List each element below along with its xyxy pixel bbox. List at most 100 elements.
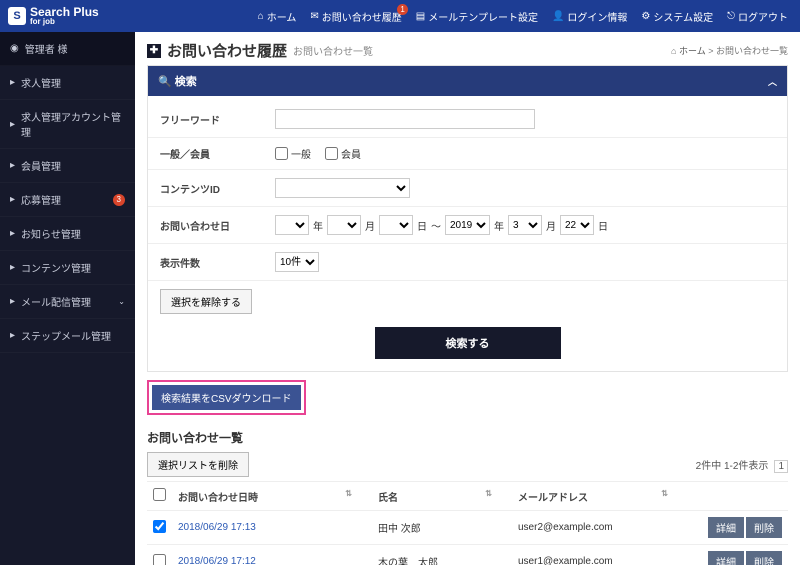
row-checkbox[interactable] <box>153 554 166 565</box>
topnav-logout[interactable]: ⎋ログアウト <box>723 5 792 28</box>
topnav-label: ホーム <box>267 9 297 24</box>
page-number[interactable]: 1 <box>774 460 788 473</box>
sidebar-item-label: 応募管理 <box>21 192 61 207</box>
csv-download-button[interactable]: 検索結果をCSVダウンロード <box>152 385 301 410</box>
sidebar-item-label: お知らせ管理 <box>21 226 81 241</box>
topnav-gear[interactable]: ⚙システム設定 <box>637 5 717 28</box>
date-from-year[interactable] <box>275 215 309 235</box>
sidebar-item[interactable]: ▸ 求人管理アカウント管理 <box>0 100 135 149</box>
sidebar-item-label: 求人管理アカウント管理 <box>21 109 125 139</box>
sidebar-item[interactable]: ▸会員管理 <box>0 149 135 183</box>
user-icon: 👤 <box>552 11 564 22</box>
date-to-year[interactable]: 2019 <box>445 215 490 235</box>
breadcrumb-home[interactable]: ホーム <box>679 46 706 56</box>
sort-icon[interactable]: ⇅ <box>345 489 352 498</box>
date-label: お問い合わせ日 <box>160 218 275 233</box>
freeword-label: フリーワード <box>160 112 275 127</box>
row-datetime[interactable]: 2018/06/29 17:12 <box>172 545 372 565</box>
delete-button[interactable]: 削除 <box>746 517 782 538</box>
pager-top: 2件中 1-2件表示1 <box>696 457 788 473</box>
date-from-day[interactable] <box>379 215 413 235</box>
row-datetime[interactable]: 2018/06/29 17:13 <box>172 511 372 545</box>
count-label: 表示件数 <box>160 255 275 270</box>
detail-button[interactable]: 詳細 <box>708 551 744 565</box>
detail-button[interactable]: 詳細 <box>708 517 744 538</box>
menu-icon: ▸ <box>10 330 15 341</box>
col-datetime[interactable]: お問い合わせ日時 <box>178 493 258 504</box>
row-email: user2@example.com <box>512 511 688 545</box>
sidebar-item[interactable]: ▸コンテンツ管理 <box>0 251 135 285</box>
sidebar: ◉ 管理者 様 ▸求人管理▸求人管理アカウント管理▸会員管理▸応募管理3▸お知ら… <box>0 32 135 565</box>
sort-icon[interactable]: ⇅ <box>661 489 668 498</box>
date-to-month[interactable]: 3 <box>508 215 542 235</box>
unit-year: 年 <box>313 218 323 233</box>
delete-selected-top-button[interactable]: 選択リストを削除 <box>147 452 249 477</box>
unit-day-2: 日 <box>598 218 608 233</box>
topnav-template[interactable]: ▤メールテンプレート設定 <box>412 5 542 28</box>
topnav-label: ログアウト <box>738 9 788 24</box>
col-email[interactable]: メールアドレス <box>518 493 588 504</box>
main-content: ✚ お問い合わせ履歴 お問い合わせ一覧 ⌂ ホーム > お問い合わせ一覧 🔍 検… <box>135 32 800 565</box>
contents-id-select[interactable] <box>275 178 410 198</box>
logout-icon: ⎋ <box>727 11 735 22</box>
page-title: お問い合わせ履歴 <box>167 40 287 61</box>
search-panel-title: 検索 <box>175 73 197 89</box>
sort-icon[interactable]: ⇅ <box>485 489 492 498</box>
menu-icon: ▸ <box>10 228 15 239</box>
menu-icon: ▸ <box>10 119 15 130</box>
logo-mark: S <box>8 7 26 25</box>
freeword-input[interactable] <box>275 109 535 129</box>
home-icon: ⌂ <box>671 46 676 56</box>
sidebar-item-label: 求人管理 <box>21 75 61 90</box>
chevron-up-icon: ︿ <box>768 75 777 88</box>
sidebar-item[interactable]: ▸応募管理3 <box>0 183 135 217</box>
row-name: 木の葉 太郎 <box>372 545 512 565</box>
date-from-month[interactable] <box>327 215 361 235</box>
mail-icon: ✉ <box>310 11 318 22</box>
topnav-label: ログイン情報 <box>567 9 627 24</box>
breadcrumb: ⌂ ホーム > お問い合わせ一覧 <box>671 44 788 57</box>
table-row: 2018/06/29 17:12木の葉 太郎user1@example.com詳… <box>147 545 788 565</box>
topnav-mail[interactable]: ✉お問い合わせ履歴1 <box>306 5 405 28</box>
select-all-checkbox[interactable] <box>153 488 166 501</box>
list-title: お問い合わせ一覧 <box>147 429 788 446</box>
unit-month-2: 月 <box>546 218 556 233</box>
col-name[interactable]: 氏名 <box>378 493 398 504</box>
sidebar-item[interactable]: ▸求人管理 <box>0 66 135 100</box>
type-general-checkbox[interactable] <box>275 147 288 160</box>
topbar: S Search Plus for job ⌂ホーム✉お問い合わせ履歴1 ▤メール… <box>0 0 800 32</box>
menu-icon: ▸ <box>10 262 15 273</box>
topnav: ⌂ホーム✉お問い合わせ履歴1 ▤メールテンプレート設定 👤ログイン情報 ⚙システム設定… <box>254 5 792 28</box>
unit-year-2: 年 <box>494 218 504 233</box>
chevron-down-icon: ⌄ <box>118 297 125 306</box>
count-select[interactable]: 10件 <box>275 252 319 272</box>
sidebar-user-label: 管理者 様 <box>25 41 68 56</box>
date-to-day[interactable]: 22 <box>560 215 594 235</box>
logo[interactable]: S Search Plus for job <box>8 6 99 26</box>
topnav-home[interactable]: ⌂ホーム <box>254 5 301 28</box>
range-separator: ～ <box>431 218 441 233</box>
table-row: 2018/06/29 17:13田中 次郎user2@example.com詳細… <box>147 511 788 545</box>
type-member-checkbox[interactable] <box>325 147 338 160</box>
search-button[interactable]: 検索する <box>375 327 561 359</box>
sidebar-item[interactable]: ▸ ステップメール管理 <box>0 319 135 353</box>
menu-icon: ▸ <box>10 194 15 205</box>
clear-button[interactable]: 選択を解除する <box>160 289 252 314</box>
topnav-label: システム設定 <box>653 9 713 24</box>
sidebar-item-label: メール配信管理 <box>21 294 91 309</box>
csv-highlight: 検索結果をCSVダウンロード <box>147 380 306 415</box>
sidebar-item-label: 会員管理 <box>21 158 61 173</box>
sidebar-header[interactable]: ◉ 管理者 様 <box>0 32 135 66</box>
topnav-user[interactable]: 👤ログイン情報 <box>548 5 631 28</box>
page-title-icon: ✚ <box>147 44 161 58</box>
sidebar-item[interactable]: ▸ お知らせ管理 <box>0 217 135 251</box>
sidebar-item-label: ステップメール管理 <box>21 328 111 343</box>
delete-button[interactable]: 削除 <box>746 551 782 565</box>
search-panel-header[interactable]: 🔍 検索 ︿ <box>148 66 787 96</box>
row-checkbox[interactable] <box>153 520 166 533</box>
menu-icon: ▸ <box>10 296 15 307</box>
notification-badge: 1 <box>397 4 407 15</box>
sidebar-item[interactable]: ▸ メール配信管理 ⌄ <box>0 285 135 319</box>
topnav-label: メールテンプレート設定 <box>428 9 538 24</box>
user-icon: ◉ <box>10 43 19 54</box>
